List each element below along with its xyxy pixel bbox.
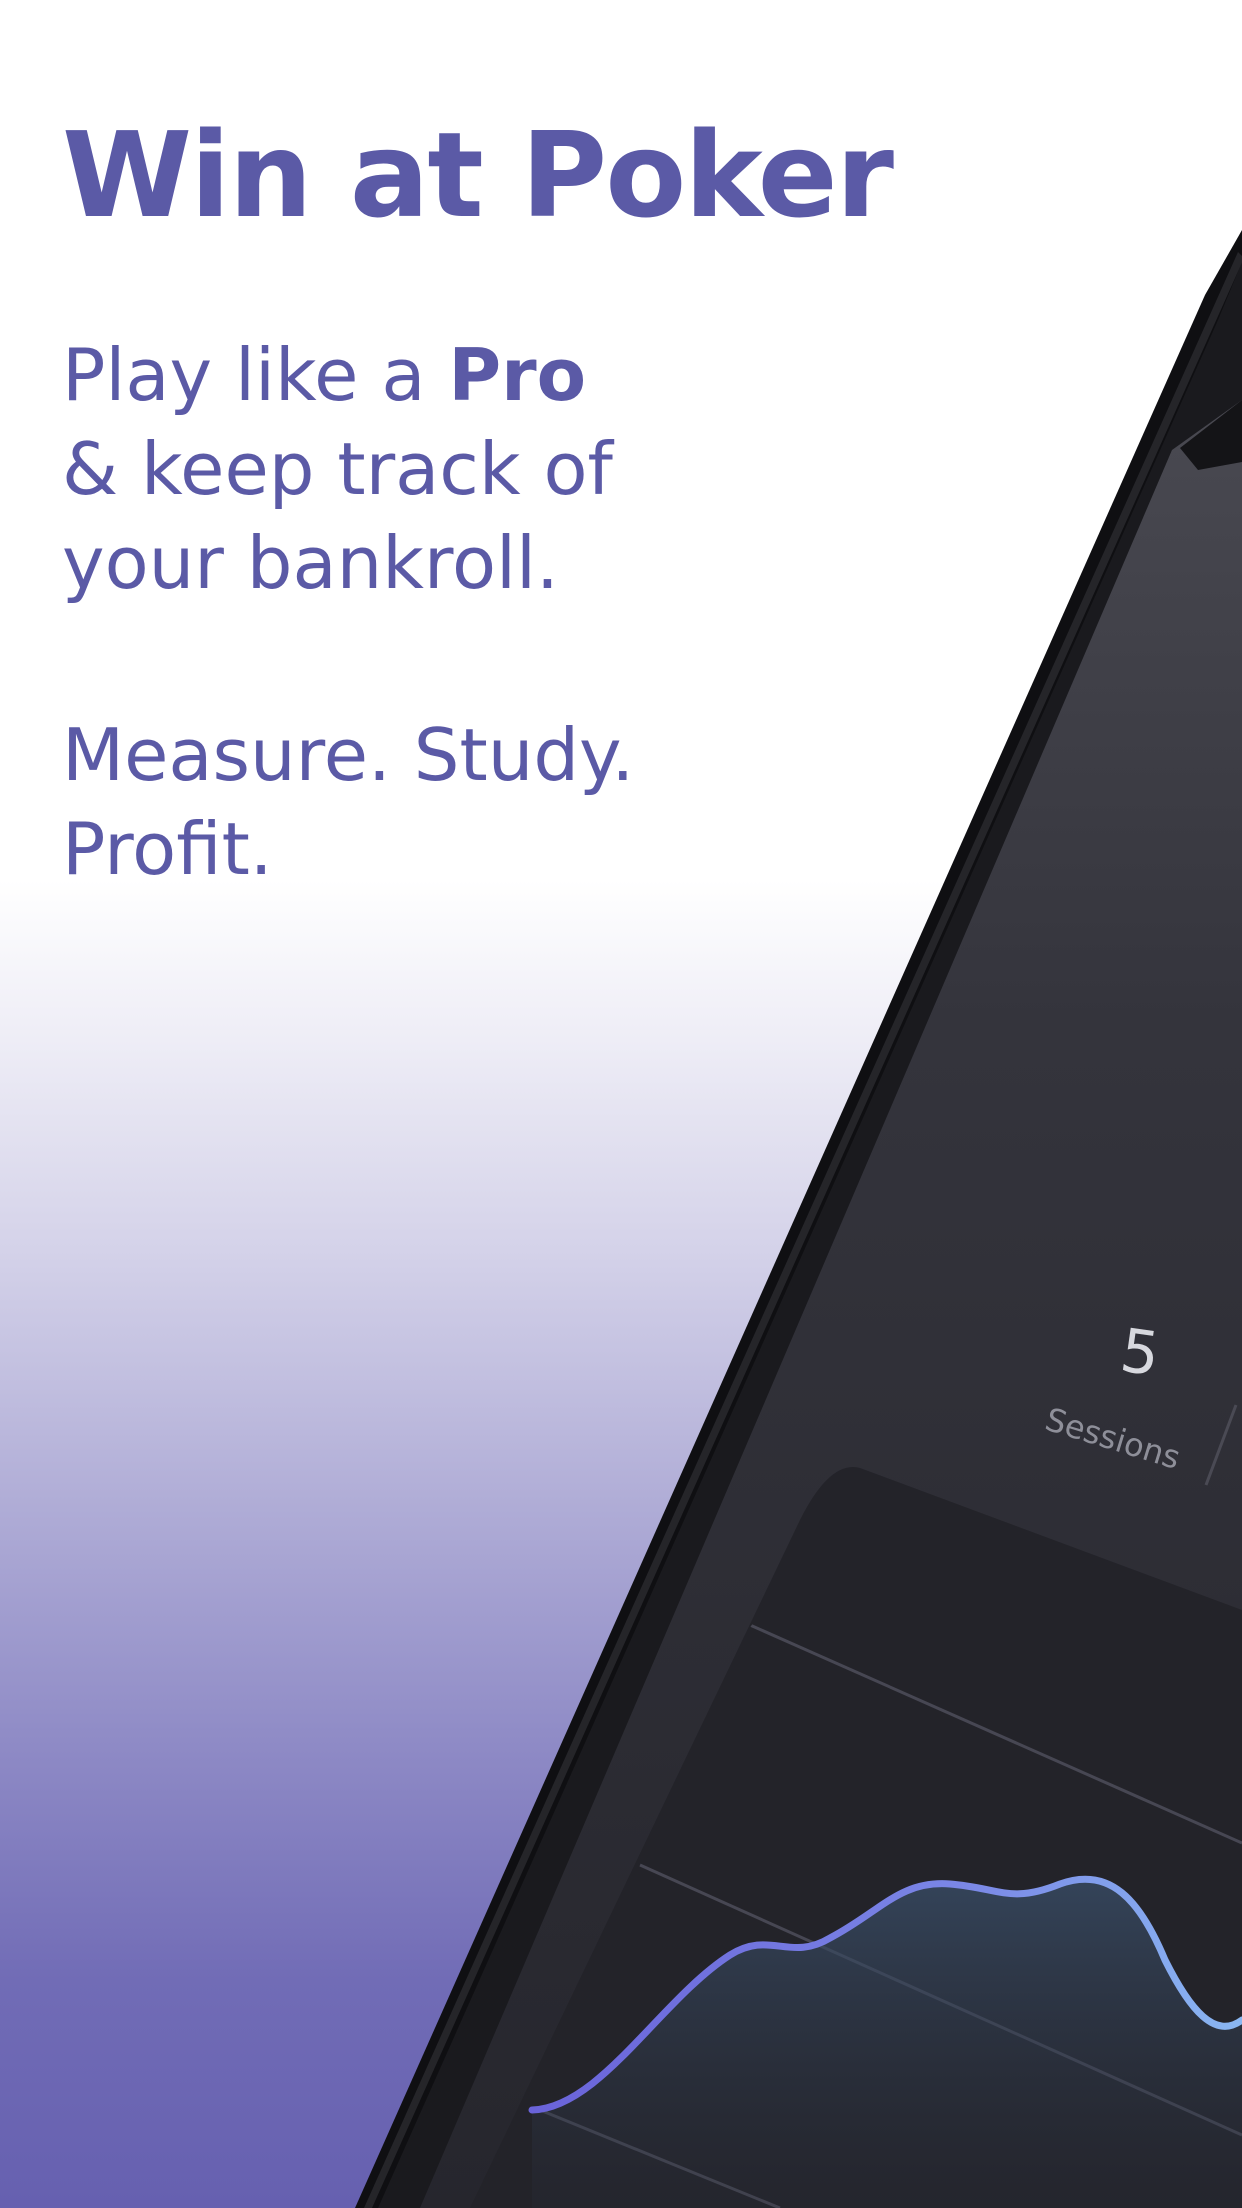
- promo-screen: Win at Poker Play like a Pro & keep track…: [0, 0, 1242, 2208]
- tilted-phone-mockup: [355, 230, 1242, 2208]
